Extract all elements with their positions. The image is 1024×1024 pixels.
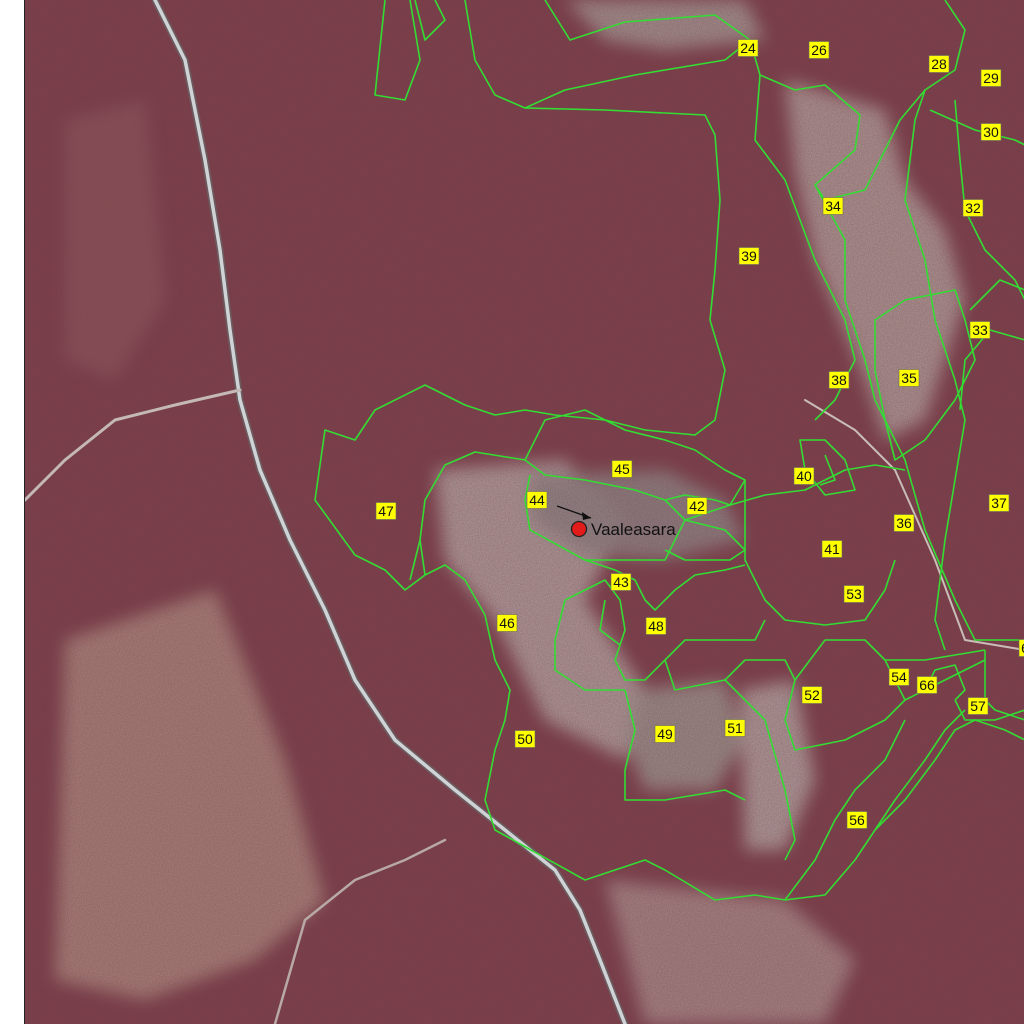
compartment-label-text: 57 bbox=[970, 698, 986, 714]
compartment-label-text: 53 bbox=[846, 586, 862, 602]
compartment-label: 48 bbox=[645, 617, 667, 635]
compartment-label-text: 50 bbox=[517, 731, 533, 747]
compartment-label: 38 bbox=[828, 371, 850, 389]
compartment-label-text: 34 bbox=[825, 198, 841, 214]
compartment-label: 51 bbox=[724, 719, 746, 737]
compartment-label-text: 43 bbox=[613, 574, 629, 590]
compartment-label: 49 bbox=[654, 725, 676, 743]
compartment-label: 33 bbox=[969, 321, 991, 339]
compartment-label: 57 bbox=[967, 697, 989, 715]
compartment-label-text: 28 bbox=[931, 56, 947, 72]
compartment-label: 42 bbox=[686, 497, 708, 515]
compartment-label: 24 bbox=[737, 39, 759, 57]
compartment-label: 56 bbox=[846, 811, 868, 829]
image-grain bbox=[25, 0, 1024, 1024]
aerial-map[interactable]: 24 26 28 29 30 32 34 39 33 35 38 40 45 44 42 47 36 37 41 43… bbox=[24, 0, 1024, 1024]
compartment-label: 36 bbox=[893, 514, 915, 532]
compartment-label: 35 bbox=[898, 369, 920, 387]
compartment-label-text: 42 bbox=[689, 498, 705, 514]
compartment-label-text: 35 bbox=[901, 370, 917, 386]
compartment-label: 45 bbox=[611, 460, 633, 478]
compartment-label-text: 33 bbox=[972, 322, 988, 338]
compartment-label: 54 bbox=[888, 668, 910, 686]
compartment-label: 47 bbox=[375, 502, 397, 520]
compartment-label-text: 36 bbox=[896, 515, 912, 531]
compartment-label-text: 24 bbox=[740, 40, 756, 56]
compartment-label-text: 45 bbox=[614, 461, 630, 477]
compartment-label-text: 41 bbox=[824, 541, 840, 557]
compartment-label: 26 bbox=[808, 41, 830, 59]
compartment-label-text: 66 bbox=[919, 677, 935, 693]
compartment-label: 28 bbox=[928, 55, 950, 73]
map-canvas: 24 26 28 29 30 32 34 39 33 35 38 40 45 44 42 47 36 37 41 43… bbox=[25, 0, 1024, 1024]
compartment-label-text: 56 bbox=[849, 812, 865, 828]
compartment-label-text: 40 bbox=[796, 468, 812, 484]
compartment-label: 41 bbox=[821, 540, 843, 558]
compartment-label: 32 bbox=[962, 199, 984, 217]
compartment-label-text: 46 bbox=[499, 615, 515, 631]
compartment-label: 66 bbox=[916, 676, 938, 694]
compartment-label-text: 38 bbox=[831, 372, 847, 388]
place-marker-dot[interactable] bbox=[570, 520, 588, 538]
compartment-label: 29 bbox=[980, 69, 1002, 87]
compartment-label-text: 29 bbox=[983, 70, 999, 86]
compartment-label-text: 48 bbox=[648, 618, 664, 634]
place-name: Vaaleasara bbox=[591, 520, 676, 539]
compartment-label: 40 bbox=[793, 467, 815, 485]
compartment-label-text: 44 bbox=[529, 492, 545, 508]
compartment-label-text: 52 bbox=[804, 687, 820, 703]
compartment-label: 43 bbox=[610, 573, 632, 591]
compartment-label-text: 47 bbox=[378, 503, 394, 519]
compartment-label-text: 32 bbox=[965, 200, 981, 216]
compartment-label-text: 49 bbox=[657, 726, 673, 742]
compartment-label: 50 bbox=[514, 730, 536, 748]
compartment-label: 39 bbox=[738, 247, 760, 265]
compartment-label-text: 26 bbox=[811, 42, 827, 58]
compartment-label: 46 bbox=[496, 614, 518, 632]
compartment-label: 30 bbox=[980, 123, 1002, 141]
compartment-label: 44 bbox=[526, 491, 548, 509]
compartment-label-text: 51 bbox=[727, 720, 743, 736]
compartment-label-text: 30 bbox=[983, 124, 999, 140]
compartment-label: 53 bbox=[843, 585, 865, 603]
compartment-label-text: 39 bbox=[741, 248, 757, 264]
compartment-label: 37 bbox=[988, 494, 1010, 512]
compartment-label-text: 54 bbox=[891, 669, 907, 685]
compartment-label: 6 bbox=[1018, 639, 1024, 657]
compartment-label: 34 bbox=[822, 197, 844, 215]
compartment-label: 52 bbox=[801, 686, 823, 704]
compartment-label-text: 37 bbox=[991, 495, 1007, 511]
